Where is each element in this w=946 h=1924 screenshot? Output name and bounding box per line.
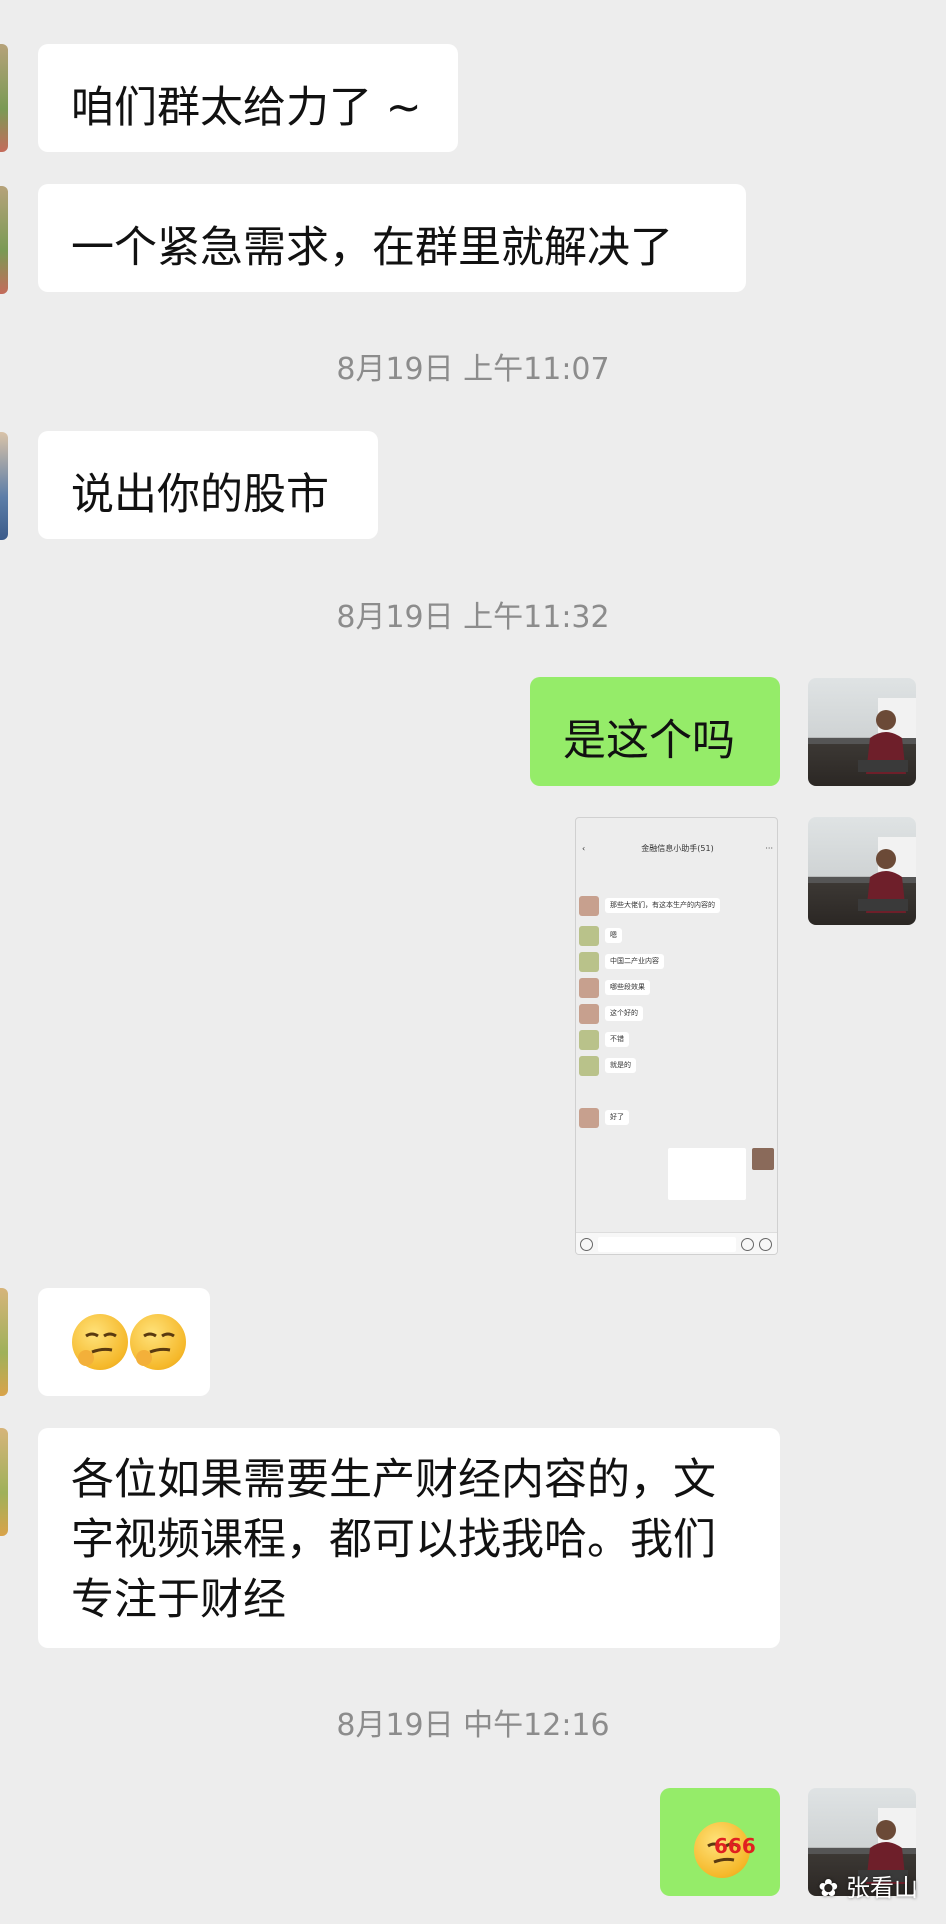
back-icon: ‹	[582, 844, 586, 853]
avatar[interactable]	[808, 678, 916, 786]
text-input	[598, 1237, 736, 1252]
message-bubble-outgoing[interactable]: 666	[660, 1788, 780, 1896]
message-text: 中国二产业内容	[605, 954, 664, 969]
message-bubble[interactable]: 各位如果需要生产财经内容的，文 字视频课程，都可以找我哈。我们 专注于财经	[38, 1428, 780, 1648]
avatar[interactable]	[0, 1288, 8, 1396]
mini-title: 金融信息小助手(51)	[641, 844, 714, 853]
avatar[interactable]	[0, 1428, 8, 1536]
avatar-photo	[808, 837, 916, 913]
emoji-icon	[741, 1238, 754, 1251]
watermark: ✿ 张看山	[818, 1868, 918, 1903]
mini-shared-card	[668, 1148, 746, 1200]
watermark-text: 张看山	[846, 1874, 918, 1902]
mini-avatar-right	[752, 1148, 774, 1170]
message-text: 哪些段效果	[605, 980, 650, 995]
wechat-icon: ✿	[818, 1874, 839, 1902]
avatar-photo	[808, 698, 916, 774]
message-text: 就是的	[605, 1058, 636, 1073]
timestamp: 8月19日 中午12:16	[336, 1708, 610, 1743]
smirk-emoji-icon	[130, 1314, 186, 1370]
avatar	[579, 1030, 599, 1050]
avatar	[579, 1004, 599, 1024]
avatar[interactable]	[0, 44, 8, 152]
plus-icon	[759, 1238, 772, 1251]
voice-icon	[580, 1238, 593, 1251]
sticker-label: 666	[714, 1834, 756, 1858]
message-text: 不错	[605, 1032, 629, 1047]
message-bubble[interactable]: 咱们群太给力了 ~	[38, 44, 458, 152]
message-text: 说出你的股市	[71, 470, 329, 520]
timestamp: 8月19日 上午11:32	[336, 600, 610, 635]
message-text-line: 各位如果需要生产财经内容的，文	[71, 1455, 716, 1505]
avatar[interactable]	[0, 186, 8, 294]
avatar[interactable]	[808, 817, 916, 925]
mini-status-bar	[576, 818, 777, 830]
message-text: 是这个吗	[563, 716, 735, 766]
more-icon: ···	[765, 844, 773, 853]
message-bubble-outgoing[interactable]: 是这个吗	[530, 677, 780, 786]
image-message-screenshot[interactable]: ‹ 金融信息小助手(51) ··· 那些大佬们，有这本生产的内容的 嗯 中国二产…	[575, 817, 778, 1255]
mini-header: ‹ 金融信息小助手(51) ···	[576, 838, 777, 860]
message-text-line: 专注于财经	[71, 1575, 286, 1625]
mini-input-bar	[576, 1232, 777, 1254]
message-bubble[interactable]	[38, 1288, 210, 1396]
message-text: 嗯	[605, 928, 622, 943]
avatar	[579, 1108, 599, 1128]
avatar	[579, 926, 599, 946]
message-text: 那些大佬们，有这本生产的内容的	[605, 898, 720, 913]
timestamp: 8月19日 上午11:07	[336, 352, 610, 387]
message-text: 咱们群太给力了 ~	[71, 83, 422, 133]
avatar[interactable]	[0, 432, 8, 540]
message-text-line: 字视频课程，都可以找我哈。我们	[71, 1515, 716, 1565]
message-text: 好了	[605, 1110, 629, 1125]
avatar	[579, 1056, 599, 1076]
message-bubble[interactable]: 说出你的股市	[38, 431, 378, 539]
avatar	[579, 978, 599, 998]
message-bubble[interactable]: 一个紧急需求，在群里就解决了	[38, 184, 746, 292]
message-text: 一个紧急需求，在群里就解决了	[71, 223, 673, 273]
avatar	[579, 896, 599, 916]
smirk-emoji-icon	[72, 1314, 128, 1370]
message-text: 这个好的	[605, 1006, 643, 1021]
avatar	[579, 952, 599, 972]
